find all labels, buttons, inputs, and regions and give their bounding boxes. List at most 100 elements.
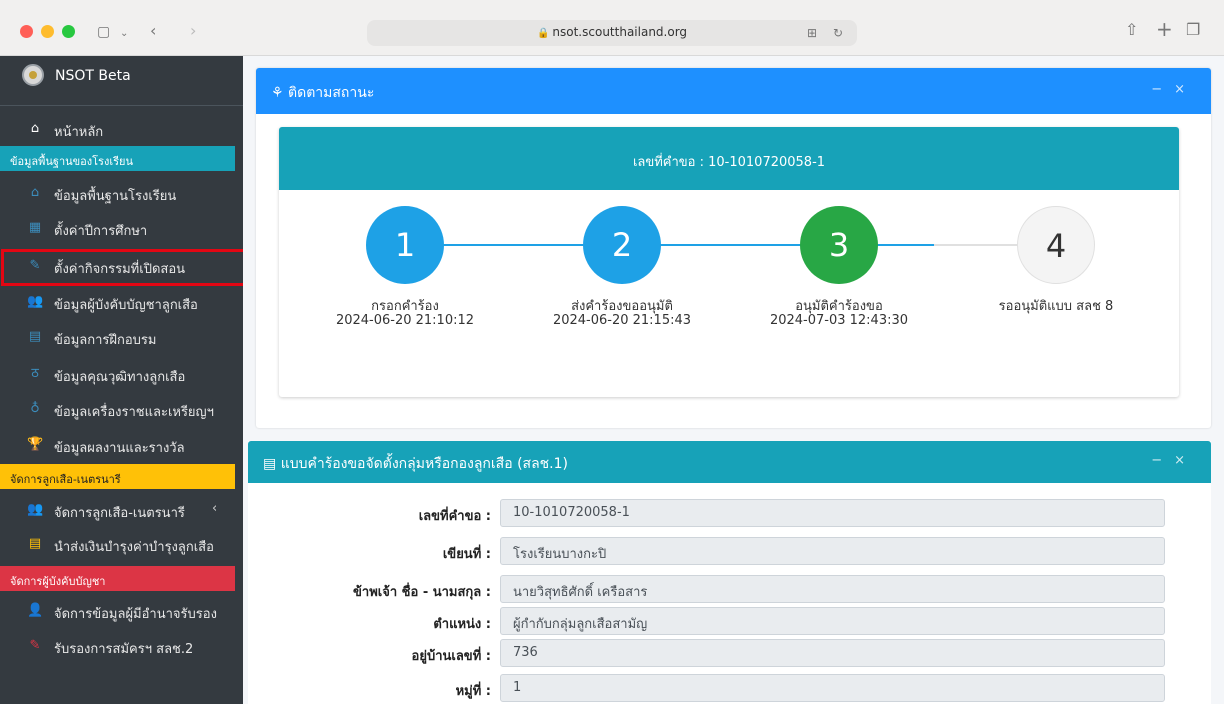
field-moo: หมู่ที่ : 1 bbox=[248, 674, 1211, 702]
status-panel: เลขที่คำขอ : 10-1010720058-1 1 2 3 4 กรอ… bbox=[279, 127, 1179, 397]
sidebar-item-home[interactable]: ⌂ หน้าหลัก bbox=[0, 112, 243, 146]
tracking-icon: ⚘ bbox=[271, 85, 284, 101]
sidebar-item-commander-info[interactable]: 👥 ข้อมูลผู้บังคับบัญชาลูกเสือ bbox=[0, 285, 243, 319]
house-no-field[interactable]: 736 bbox=[500, 639, 1165, 667]
step-1-label: กรอกคำร้อง 2024-06-20 21:10:12 bbox=[315, 300, 495, 328]
form-card: ▤ แบบคำร้องขอจัดตั้งกลุ่มหรือกองลูกเสือ … bbox=[248, 441, 1211, 704]
browser-toolbar: ▢ ⌄ ‹ › 🔒 nsot.scoutthailand.org ⊞ ↻ ⇧ + … bbox=[0, 0, 1224, 56]
sidebar-item-label: ตั้งค่าปีการศึกษา bbox=[54, 224, 148, 239]
address-bar[interactable]: 🔒 nsot.scoutthailand.org ⊞ ↻ bbox=[367, 20, 857, 46]
form-card-header: ▤ แบบคำร้องขอจัดตั้งกลุ่มหรือกองลูกเสือ … bbox=[248, 441, 1211, 483]
share-icon[interactable]: ⇧ bbox=[1125, 22, 1138, 38]
edit-icon: ✎ bbox=[29, 638, 41, 653]
tracking-card: ⚘ ติดตามสถานะ −× เลขที่คำขอ : 10-1010720… bbox=[256, 68, 1211, 428]
step-2-circle: 2 bbox=[583, 206, 661, 284]
back-icon[interactable]: ‹ bbox=[150, 23, 156, 39]
lock-icon: 🔒 bbox=[536, 28, 550, 39]
sidebar-item-training[interactable]: ▤ ข้อมูลการฝึกอบรม bbox=[0, 320, 243, 354]
calendar-icon: ▦ bbox=[28, 220, 42, 235]
full-name-field[interactable]: นายวิสุทธิศักดิ์ เครือสาร bbox=[500, 575, 1165, 603]
sidebar-item-label: หน้าหลัก bbox=[54, 125, 104, 140]
step-1-circle: 1 bbox=[366, 206, 444, 284]
field-label: เลขที่คำขอ : bbox=[418, 509, 491, 524]
moo-field[interactable]: 1 bbox=[500, 674, 1165, 702]
new-tab-icon[interactable]: + bbox=[1156, 19, 1173, 39]
sidebar-item-manage-scouts[interactable]: 👥 จัดการลูกเสือ-เนตรนารี ‹ bbox=[0, 493, 243, 527]
step-label-text: อนุมัติคำร้องขอ bbox=[795, 299, 883, 314]
sidebar-item-label: ข้อมูลพื้นฐานโรงเรียน bbox=[54, 189, 177, 204]
form-icon: ▤ bbox=[263, 456, 277, 472]
position-field[interactable]: ผู้กำกับกลุ่มลูกเสือสามัญ bbox=[500, 607, 1165, 635]
minimize-icon[interactable]: − bbox=[1151, 82, 1174, 97]
section-scouts: จัดการลูกเสือ-เนตรนารี bbox=[0, 464, 235, 489]
step-label-text: รออนุมัติแบบ สลช 8 bbox=[998, 299, 1114, 314]
request-number: เลขที่คำขอ : 10-1010720058-1 bbox=[279, 127, 1179, 190]
field-label: ข้าพเจ้า ชื่อ - นามสกุล : bbox=[353, 585, 491, 600]
request-no-field[interactable]: 10-1010720058-1 bbox=[500, 499, 1165, 527]
section-school: ข้อมูลพื้นฐานของโรงเรียน bbox=[0, 146, 235, 171]
medal-icon: ठ bbox=[31, 366, 39, 381]
award-icon: ♁ bbox=[30, 401, 40, 416]
sidebar-item-label: จัดการลูกเสือ-เนตรนารี bbox=[54, 506, 185, 521]
sidebar-item-achievements[interactable]: 🏆 ข้อมูลผลงานและรางวัล bbox=[0, 428, 243, 462]
sidebar-item-academic-year[interactable]: ▦ ตั้งค่าปีการศึกษา bbox=[0, 211, 243, 245]
written-at-field[interactable]: โรงเรียนบางกะปิ bbox=[500, 537, 1165, 565]
users-icon: 👥 bbox=[27, 502, 44, 517]
field-label: ตำแหน่ง : bbox=[433, 617, 491, 632]
brand-name: NSOT Beta bbox=[55, 68, 131, 84]
sidebar-item-fees[interactable]: ▤ นำส่งเงินบำรุงค่าบำรุงลูกเสือ bbox=[0, 527, 243, 561]
form-title: แบบคำร้องขอจัดตั้งกลุ่มหรือกองลูกเสือ (ส… bbox=[280, 456, 568, 472]
translate-icon[interactable]: ⊞ bbox=[807, 25, 817, 41]
trophy-icon: 🏆 bbox=[27, 437, 44, 452]
step-date: 2024-06-20 21:10:12 bbox=[335, 313, 475, 328]
step-4-circle: 4 bbox=[1017, 206, 1095, 284]
sidebar-item-authorizers[interactable]: 👤 จัดการข้อมูลผู้มีอำนาจรับรอง bbox=[0, 594, 243, 628]
highlight-box bbox=[1, 249, 261, 286]
sidebar-item-label: ข้อมูลเครื่องราชและเหรียญฯ bbox=[54, 405, 214, 420]
sidebar-item-label: ข้อมูลการฝึกอบรม bbox=[54, 333, 157, 348]
tabs-overview-icon[interactable]: ❐ bbox=[1186, 22, 1200, 38]
field-position: ตำแหน่ง : ผู้กำกับกลุ่มลูกเสือสามัญ bbox=[248, 607, 1211, 635]
sidebar-item-qualifications[interactable]: ठ ข้อมูลคุณวุฒิทางลูกเสือ bbox=[0, 357, 243, 391]
window-controls bbox=[20, 25, 75, 38]
step-4-label: รออนุมัติแบบ สลช 8 bbox=[966, 300, 1146, 314]
sidebar-item-label: ข้อมูลผู้บังคับบัญชาลูกเสือ bbox=[54, 298, 198, 313]
step-date: 2024-06-20 21:15:43 bbox=[552, 313, 692, 328]
close-icon[interactable]: × bbox=[1174, 453, 1197, 468]
field-request-no: เลขที่คำขอ : 10-1010720058-1 bbox=[248, 499, 1211, 527]
zoom-window-button[interactable] bbox=[62, 25, 75, 38]
school-icon: ⌂ bbox=[30, 185, 40, 200]
sidebar-item-label: จัดการข้อมูลผู้มีอำนาจรับรอง bbox=[54, 607, 217, 622]
step-3-circle: 3 bbox=[800, 206, 878, 284]
step-date: 2024-07-03 12:43:30 bbox=[769, 313, 909, 328]
chevron-down-icon[interactable]: ⌄ bbox=[120, 26, 128, 42]
field-full-name: ข้าพเจ้า ชื่อ - นามสกุล : นายวิสุทธิศักด… bbox=[248, 575, 1211, 603]
forward-icon[interactable]: › bbox=[190, 23, 196, 39]
sidebar-item-label: นำส่งเงินบำรุงค่าบำรุงลูกเสือ bbox=[54, 540, 214, 555]
user-edit-icon: 👤 bbox=[27, 603, 44, 618]
sidebar-item-certify[interactable]: ✎ รับรองการสมัครฯ สลช.2 bbox=[0, 629, 243, 663]
step-3-label: อนุมัติคำร้องขอ 2024-07-03 12:43:30 bbox=[749, 300, 929, 328]
field-label: หมู่ที่ : bbox=[455, 684, 491, 699]
reload-icon[interactable]: ↻ bbox=[833, 25, 843, 41]
close-icon[interactable]: × bbox=[1174, 82, 1197, 97]
minimize-window-button[interactable] bbox=[41, 25, 54, 38]
field-label: อยู่บ้านเลขที่ : bbox=[411, 649, 491, 664]
minimize-icon[interactable]: − bbox=[1151, 453, 1174, 468]
close-window-button[interactable] bbox=[20, 25, 33, 38]
home-icon: ⌂ bbox=[30, 121, 40, 136]
sidebar-item-label: รับรองการสมัครฯ สลช.2 bbox=[54, 642, 194, 657]
brand[interactable]: NSOT Beta bbox=[0, 56, 243, 106]
sidebar-item-school-info[interactable]: ⌂ ข้อมูลพื้นฐานโรงเรียน bbox=[0, 176, 243, 210]
tracking-card-header: ⚘ ติดตามสถานะ −× bbox=[256, 68, 1211, 114]
sidebar-toggle-icon[interactable]: ▢ bbox=[97, 24, 110, 40]
sidebar-item-label: ข้อมูลคุณวุฒิทางลูกเสือ bbox=[54, 370, 186, 385]
tracking-title: ติดตามสถานะ bbox=[288, 85, 375, 101]
field-house-no: อยู่บ้านเลขที่ : 736 bbox=[248, 639, 1211, 667]
chevron-left-icon: ‹ bbox=[212, 501, 218, 516]
id-card-icon: ▤ bbox=[28, 329, 42, 344]
sidebar-item-label: ข้อมูลผลงานและรางวัล bbox=[54, 441, 185, 456]
sidebar-item-decorations[interactable]: ♁ ข้อมูลเครื่องราชและเหรียญฯ bbox=[0, 392, 243, 426]
step-label-text: กรอกคำร้อง bbox=[371, 299, 439, 314]
step-label-text: ส่งคำร้องขออนุมัติ bbox=[571, 299, 673, 314]
